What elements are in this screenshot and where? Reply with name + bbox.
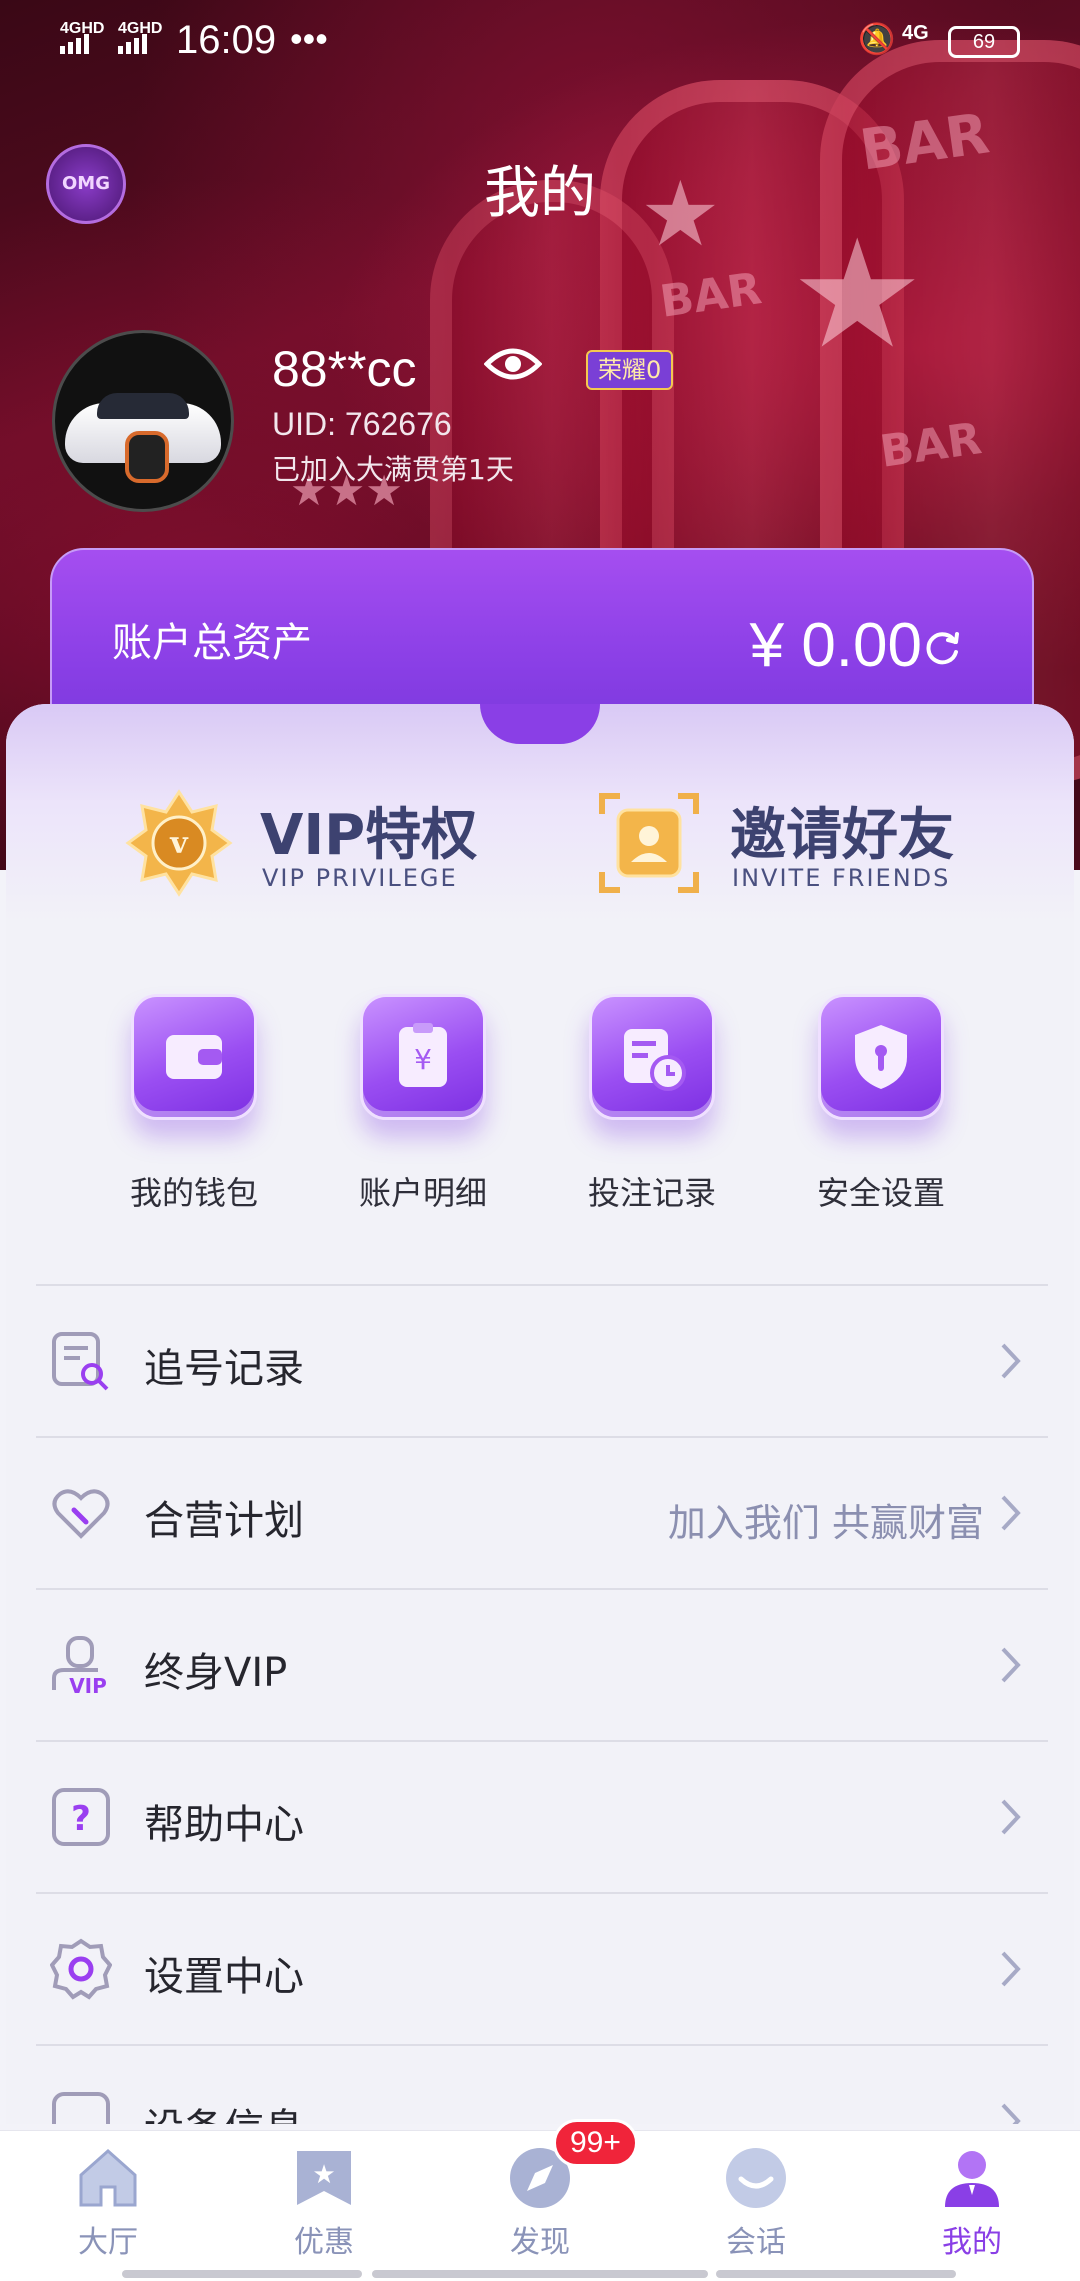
signal-icon — [60, 34, 89, 54]
bill-icon: ¥ — [360, 994, 486, 1120]
vip-privilege-subtitle: VIP PRIVILEGE — [262, 864, 458, 892]
search-record-icon — [52, 1332, 109, 1391]
svg-text:★: ★ — [312, 2160, 335, 2190]
chat-icon — [723, 2145, 789, 2211]
refresh-icon[interactable] — [922, 628, 962, 668]
coupon-icon: ★ — [291, 2145, 357, 2211]
chevron-right-icon — [1001, 1951, 1021, 1987]
profile-icon — [939, 2145, 1005, 2211]
bottom-tab-bar: 大厅 ★ 优惠 99+ 发现 会话 我的 — [0, 2119, 1080, 2281]
bet-record-icon — [589, 994, 715, 1120]
vip-privilege-title: VIP特权 — [260, 803, 478, 868]
tab-mine[interactable]: 我的 — [892, 2145, 1052, 2261]
tab-promotions[interactable]: ★ 优惠 — [244, 2145, 404, 2261]
clock: 16:09 — [176, 18, 277, 62]
username: 88**cc — [272, 341, 417, 397]
discover-icon: 99+ — [507, 2119, 638, 2211]
gear-icon — [50, 1938, 112, 2000]
svg-text:¥: ¥ — [414, 1043, 432, 1076]
wallet-icon — [131, 994, 257, 1120]
invite-friends-title: 邀请好友 — [730, 803, 954, 868]
chevron-right-icon — [1001, 1343, 1021, 1379]
discover-badge: 99+ — [553, 2119, 638, 2167]
svg-text:?: ? — [71, 1799, 91, 1839]
quick-action-wallet[interactable]: 我的钱包 — [94, 994, 294, 1214]
asset-label: 账户总资产 — [112, 620, 312, 666]
svg-text:v: v — [169, 826, 189, 861]
eye-icon[interactable] — [484, 344, 542, 384]
vip-user-icon: VIP — [52, 1636, 107, 1696]
avatar[interactable] — [52, 330, 234, 512]
quick-action-security[interactable]: 安全设置 — [781, 994, 981, 1214]
invite-friends-subtitle: INVITE FRIENDS — [732, 864, 951, 892]
tab-chat[interactable]: 会话 — [676, 2145, 836, 2261]
home-indicator — [716, 2270, 956, 2278]
chevron-right-icon — [1001, 2103, 1021, 2124]
handshake-icon — [52, 1489, 110, 1539]
user-uid: UID: 762676 — [272, 406, 452, 442]
home-icon — [75, 2145, 141, 2211]
invite-friends-button[interactable]: 邀请好友 INVITE FRIENDS — [594, 788, 1034, 908]
bell-muted-icon: 🔕 — [858, 23, 896, 56]
menu-item-device-info[interactable]: 设备信息 — [36, 2044, 1048, 2124]
svg-text:VIP: VIP — [69, 1674, 107, 1696]
status-bar: 4GHD 4GHD 16:09 ••• 🔕 4G 69 — [0, 0, 1080, 80]
battery-icon: 69 — [948, 26, 1020, 58]
menu-item-chase-record[interactable]: 追号记录 — [36, 1284, 1048, 1436]
quick-action-bet-record[interactable]: 投注记录 — [552, 994, 752, 1214]
data-type-label: 4G — [902, 22, 929, 44]
signal-icon — [118, 34, 147, 54]
quick-action-account-detail[interactable]: ¥ 账户明细 — [323, 994, 523, 1214]
help-icon: ? — [52, 1788, 110, 1846]
join-days: 已加入大满贯第1天 — [272, 453, 514, 486]
menu-item-help-center[interactable]: ? 帮助中心 — [36, 1740, 1048, 1892]
settings-menu: 追号记录 合营计划 加入我们 共赢财富 VIP 终身VIP ? 帮助中心 设置中… — [36, 1284, 1048, 2124]
main-panel: v VIP特权 VIP PRIVILEGE 邀请好友 INVITE FRIEND… — [6, 704, 1074, 2124]
chevron-right-icon — [1001, 1495, 1021, 1531]
asset-value: ¥ 0.00 — [749, 611, 922, 680]
menu-item-settings-center[interactable]: 设置中心 — [36, 1892, 1048, 2044]
page-title: 我的 — [484, 161, 596, 226]
device-icon — [52, 2092, 110, 2124]
home-indicator — [122, 2270, 362, 2278]
home-indicator — [372, 2270, 708, 2278]
chevron-right-icon — [1001, 1799, 1021, 1835]
tab-lobby[interactable]: 大厅 — [28, 2145, 188, 2261]
partnership-slogan: 加入我们 共赢财富 — [667, 1501, 984, 1545]
tab-discover[interactable]: 99+ 发现 — [460, 2119, 638, 2261]
menu-item-partnership[interactable]: 合营计划 加入我们 共赢财富 — [36, 1436, 1048, 1588]
invite-friend-icon — [599, 793, 699, 893]
shield-icon — [818, 994, 944, 1120]
more-notifications-icon: ••• — [290, 18, 328, 59]
chevron-right-icon — [1001, 1647, 1021, 1683]
honor-badge: 荣耀0 — [586, 350, 674, 390]
menu-item-lifetime-vip[interactable]: VIP 终身VIP — [36, 1588, 1048, 1740]
vip-privilege-button[interactable]: v VIP特权 VIP PRIVILEGE — [124, 788, 544, 908]
vip-badge-icon: v — [125, 789, 233, 897]
